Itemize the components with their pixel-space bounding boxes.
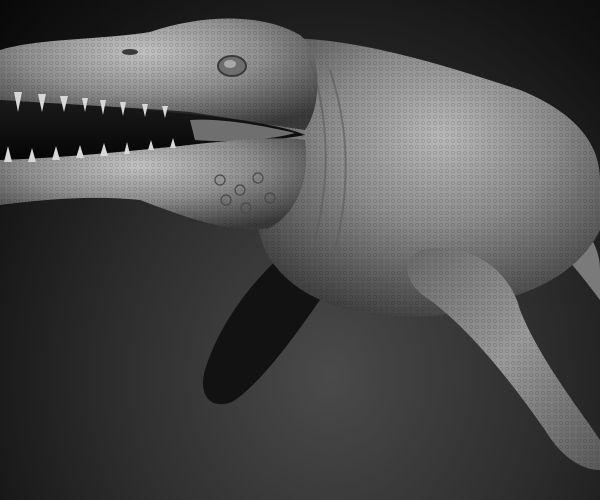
nostril: [122, 49, 138, 55]
creature-render: [0, 18, 600, 470]
render-viewport: [0, 0, 600, 500]
